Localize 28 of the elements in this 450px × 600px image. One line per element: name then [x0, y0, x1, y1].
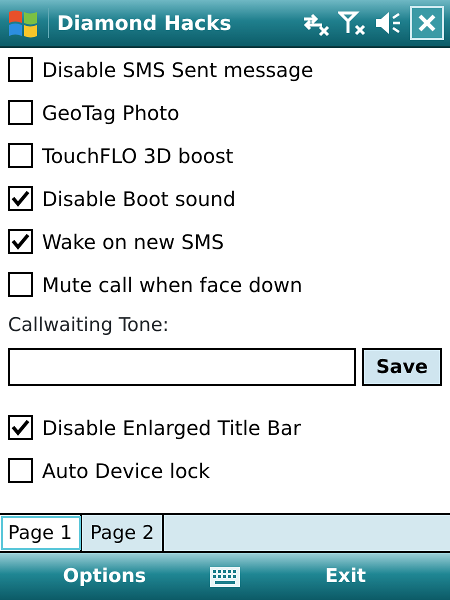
field-label: Callwaiting Tone: [8, 312, 170, 338]
checkbox-label[interactable]: Auto Device lock [42, 456, 210, 486]
close-button[interactable] [410, 6, 444, 40]
tone-input-field[interactable] [8, 348, 356, 386]
signal-off-icon [338, 9, 366, 37]
checkbox-label[interactable]: Wake on new SMS [42, 226, 224, 256]
checkbox[interactable] [8, 100, 33, 125]
checkbox-label[interactable]: Disable Enlarged Title Bar [42, 412, 302, 442]
speaker-icon [374, 10, 402, 36]
checkbox[interactable] [8, 272, 33, 297]
checkbox[interactable] [8, 57, 33, 82]
exit-softkey[interactable]: Exit [241, 561, 450, 592]
checkbox-label[interactable]: GeoTag Photo [42, 98, 180, 128]
checkbox-label[interactable]: Mute call when face down [42, 270, 302, 300]
checkbox[interactable] [8, 415, 33, 440]
checkbox-label[interactable]: Disable SMS Sent message [42, 54, 314, 84]
page-tab[interactable]: Page 1 [0, 515, 82, 551]
close-icon [417, 13, 437, 33]
keyboard-icon[interactable] [209, 566, 241, 588]
checkbox[interactable] [8, 458, 33, 483]
checkbox[interactable] [8, 186, 33, 211]
checkbox-label[interactable]: Disable Boot sound [42, 184, 236, 214]
checkbox-label[interactable]: TouchFLO 3D boost [42, 140, 234, 170]
options-softkey[interactable]: Options [0, 561, 209, 592]
checkbox[interactable] [8, 229, 33, 254]
window-title: Diamond Hacks [48, 8, 292, 38]
checkbox[interactable] [8, 143, 33, 168]
save-button[interactable]: Save [362, 348, 442, 386]
